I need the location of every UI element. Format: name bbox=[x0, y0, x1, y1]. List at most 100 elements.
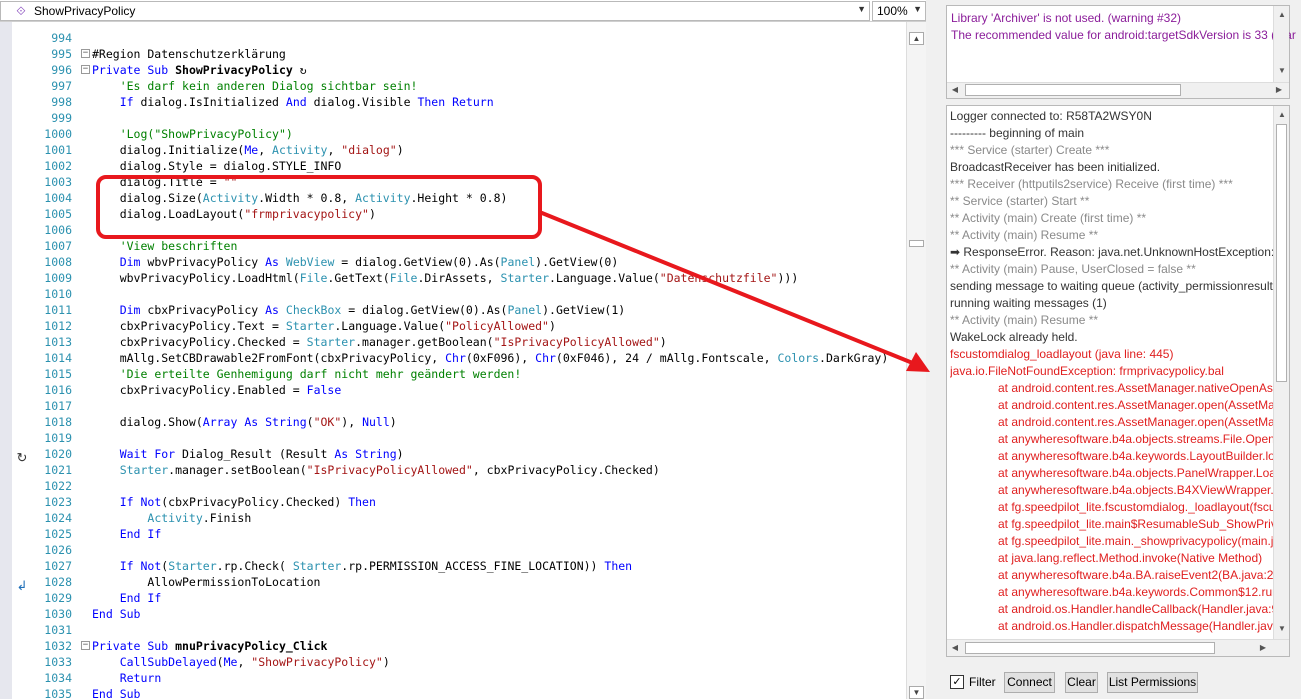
code-line[interactable]: 1030 End Sub bbox=[40, 606, 906, 622]
fold-toggle-icon[interactable]: − bbox=[81, 49, 90, 58]
logs-horizontal-scrollbar[interactable]: ◀ ▶ bbox=[947, 639, 1289, 656]
log-line[interactable]: at anywheresoftware.b4a.keywords.LayoutB… bbox=[998, 448, 1274, 465]
code-line[interactable]: 1003 dialog.Title = "" bbox=[40, 174, 906, 190]
scroll-down-icon[interactable]: ▼ bbox=[1275, 64, 1289, 78]
code-line[interactable]: 996− Private Sub ShowPrivacyPolicy ↻ bbox=[40, 62, 906, 78]
log-line[interactable]: ** Activity (main) Create (first time) *… bbox=[950, 210, 1146, 227]
log-line[interactable]: ➡ ResponseError. Reason: java.net.Unknow… bbox=[950, 244, 1274, 261]
code-line[interactable]: 1002 dialog.Style = dialog.STYLE_INFO bbox=[40, 158, 906, 174]
warnings-vertical-scrollbar[interactable]: ▲ ▼ bbox=[1273, 6, 1289, 82]
fold-toggle-icon[interactable]: − bbox=[81, 641, 90, 650]
scroll-down-icon[interactable]: ▼ bbox=[1275, 622, 1289, 636]
code-line[interactable]: 1017 bbox=[40, 398, 906, 414]
editor-vertical-scrollbar[interactable]: ▲ ▼ bbox=[906, 22, 926, 699]
log-line[interactable]: at anywheresoftware.b4a.objects.PanelWra… bbox=[998, 465, 1274, 482]
logs-panel[interactable]: Logger connected to: R58TA2WSY0N --------… bbox=[946, 105, 1290, 657]
clear-button[interactable]: Clear bbox=[1065, 672, 1098, 693]
log-line[interactable]: at java.lang.reflect.Method.invoke(Nativ… bbox=[998, 550, 1262, 567]
log-line[interactable]: at anywheresoftware.b4a.objects.streams.… bbox=[998, 431, 1274, 448]
scroll-thumb[interactable] bbox=[909, 240, 924, 247]
log-line[interactable]: at android.content.res.AssetManager.open… bbox=[998, 397, 1274, 414]
log-line[interactable]: at fg.speedpilot_lite.main$ResumableSub_… bbox=[998, 516, 1274, 533]
code-line[interactable]: 1019 bbox=[40, 430, 906, 446]
log-line[interactable]: at android.content.res.AssetManager.open… bbox=[998, 414, 1274, 431]
log-line[interactable]: fscustomdialog_loadlayout (java line: 44… bbox=[950, 346, 1173, 363]
warning-line[interactable]: Library 'Archiver' is not used. (warning… bbox=[951, 11, 1181, 25]
code-area[interactable]: 994 995− #Region Datenschutzerklärung 996− P… bbox=[40, 14, 906, 699]
code-line[interactable]: 1006 bbox=[40, 222, 906, 238]
code-line[interactable]: 1022 bbox=[40, 478, 906, 494]
code-line[interactable]: 1020 Wait For Dialog_Result (Result As S… bbox=[40, 446, 906, 462]
code-line[interactable]: 1034 Return bbox=[40, 670, 906, 686]
warning-line[interactable]: The recommended value for android:target… bbox=[951, 28, 1296, 42]
log-line[interactable]: at anywheresoftware.b4a.keywords.Common$… bbox=[998, 584, 1274, 601]
code-line[interactable]: 994 bbox=[40, 30, 906, 46]
connect-button[interactable]: Connect bbox=[1004, 672, 1055, 693]
scroll-right-icon[interactable]: ▶ bbox=[1272, 83, 1286, 97]
code-line[interactable]: 1001 dialog.Initialize(Me, Activity, "di… bbox=[40, 142, 906, 158]
log-line[interactable]: at android.os.Handler.dispatchMessage(Ha… bbox=[998, 618, 1274, 635]
code-line[interactable]: 1028 AllowPermissionToLocation bbox=[40, 574, 906, 590]
list-permissions-button[interactable]: List Permissions bbox=[1107, 672, 1198, 693]
breakpoint-margin[interactable]: ↻ ↲ bbox=[12, 22, 40, 699]
log-line[interactable]: at android.content.res.AssetManager.nati… bbox=[998, 380, 1274, 397]
scroll-thumb[interactable] bbox=[1276, 124, 1287, 382]
log-line[interactable]: --------- beginning of main bbox=[950, 125, 1084, 142]
code-line[interactable]: 1005 dialog.LoadLayout("frmprivacypolicy… bbox=[40, 206, 906, 222]
code-line[interactable]: 1007 'View beschriften bbox=[40, 238, 906, 254]
code-line[interactable]: 1033 CallSubDelayed(Me, "ShowPrivacyPoli… bbox=[40, 654, 906, 670]
code-line[interactable]: 995− #Region Datenschutzerklärung bbox=[40, 46, 906, 62]
code-line[interactable]: 1008 Dim wbvPrivacyPolicy As WebView = d… bbox=[40, 254, 906, 270]
log-line[interactable]: BroadcastReceiver has been initialized. bbox=[950, 159, 1160, 176]
code-line[interactable]: 1032− Private Sub mnuPrivacyPolicy_Click bbox=[40, 638, 906, 654]
code-line[interactable]: 1021 Starter.manager.setBoolean("IsPriva… bbox=[40, 462, 906, 478]
log-line[interactable]: java.io.FileNotFoundException: frmprivac… bbox=[950, 363, 1224, 380]
code-line[interactable]: 1010 bbox=[40, 286, 906, 302]
log-line[interactable]: at anywheresoftware.b4a.objects.B4XViewW… bbox=[998, 482, 1274, 499]
log-line[interactable]: ** Service (starter) Start ** bbox=[950, 193, 1089, 210]
log-line[interactable]: at fg.speedpilot_lite.fscustomdialog._lo… bbox=[998, 499, 1274, 516]
log-line[interactable]: at anywheresoftware.b4a.BA.raiseEvent2(B… bbox=[998, 567, 1274, 584]
scroll-left-icon[interactable]: ◀ bbox=[948, 641, 962, 655]
code-line[interactable]: 1011 Dim cbxPrivacyPolicy As CheckBox = … bbox=[40, 302, 906, 318]
log-line[interactable]: ** Activity (main) Pause, UserClosed = f… bbox=[950, 261, 1196, 278]
scroll-up-button[interactable]: ▲ bbox=[909, 32, 924, 45]
log-line[interactable]: sending message to waiting queue (activi… bbox=[950, 278, 1274, 295]
log-line[interactable]: at android.os.Handler.handleCallback(Han… bbox=[998, 601, 1274, 618]
log-line[interactable]: *** Receiver (httputils2service) Receive… bbox=[950, 176, 1233, 193]
code-line[interactable]: 1026 bbox=[40, 542, 906, 558]
scroll-up-icon[interactable]: ▲ bbox=[1275, 108, 1289, 122]
code-line[interactable]: 1016 cbxPrivacyPolicy.Enabled = False bbox=[40, 382, 906, 398]
log-line[interactable]: WakeLock already held. bbox=[950, 329, 1078, 346]
scroll-thumb[interactable] bbox=[965, 84, 1181, 96]
code-line[interactable]: 1031 bbox=[40, 622, 906, 638]
log-line[interactable]: Logger connected to: R58TA2WSY0N bbox=[950, 108, 1152, 125]
code-line[interactable]: 999 bbox=[40, 110, 906, 126]
code-line[interactable]: 1000 'Log("ShowPrivacyPolicy") bbox=[40, 126, 906, 142]
scroll-down-button[interactable]: ▼ bbox=[909, 686, 924, 699]
code-line[interactable]: 1035 End Sub bbox=[40, 686, 906, 699]
code-line[interactable]: 1018 dialog.Show(Array As String("OK"), … bbox=[40, 414, 906, 430]
log-line[interactable]: ** Activity (main) Resume ** bbox=[950, 312, 1098, 329]
log-line[interactable]: *** Service (starter) Create *** bbox=[950, 142, 1109, 159]
scroll-thumb[interactable] bbox=[965, 642, 1215, 654]
log-line[interactable]: ** Activity (main) Resume ** bbox=[950, 227, 1098, 244]
code-line[interactable]: 998 If dialog.IsInitialized And dialog.V… bbox=[40, 94, 906, 110]
log-line[interactable]: at fg.speedpilot_lite.main._showprivacyp… bbox=[998, 533, 1273, 550]
scroll-right-icon[interactable]: ▶ bbox=[1256, 641, 1270, 655]
filter-checkbox[interactable]: ✓ bbox=[950, 675, 964, 689]
code-line[interactable]: 1015 'Die erteilte Genhemigung darf nich… bbox=[40, 366, 906, 382]
code-line[interactable]: 1023 If Not(cbxPrivacyPolicy.Checked) Th… bbox=[40, 494, 906, 510]
code-line[interactable]: 1025 End If bbox=[40, 526, 906, 542]
code-line[interactable]: 1013 cbxPrivacyPolicy.Checked = Starter.… bbox=[40, 334, 906, 350]
code-line[interactable]: 1024 Activity.Finish bbox=[40, 510, 906, 526]
code-line[interactable]: 1004 dialog.Size(Activity.Width * 0.8, A… bbox=[40, 190, 906, 206]
logs-vertical-scrollbar[interactable]: ▲ ▼ bbox=[1273, 106, 1289, 640]
code-line[interactable]: 1014 mAllg.SetCBDrawable2FromFont(cbxPri… bbox=[40, 350, 906, 366]
code-line[interactable]: 1012 cbxPrivacyPolicy.Text = Starter.Lan… bbox=[40, 318, 906, 334]
code-line[interactable]: 1009 wbvPrivacyPolicy.LoadHtml(File.GetT… bbox=[40, 270, 906, 286]
code-line[interactable]: 1027 If Not(Starter.rp.Check( Starter.rp… bbox=[40, 558, 906, 574]
warnings-horizontal-scrollbar[interactable]: ◀ ▶ bbox=[947, 82, 1289, 98]
code-editor[interactable]: ⟐ ShowPrivacyPolicy ▼ 100% ▼ ↻ ↲ 994 995−… bbox=[0, 0, 926, 699]
scroll-left-icon[interactable]: ◀ bbox=[948, 83, 962, 97]
